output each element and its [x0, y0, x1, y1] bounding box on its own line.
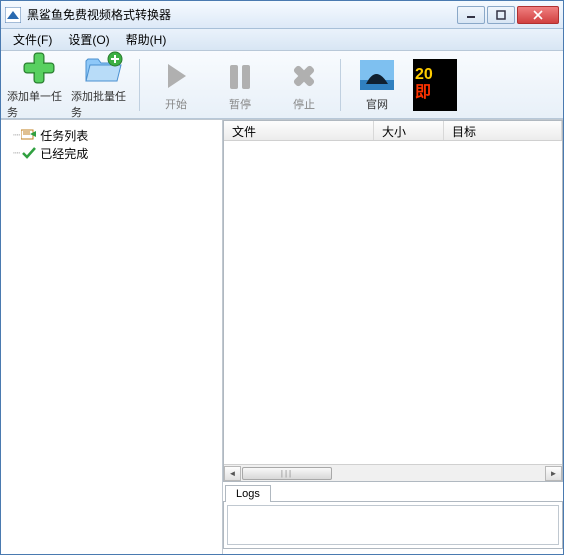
tree-task-list[interactable]: ┈ 任务列表: [5, 126, 218, 144]
pause-label: 暂停: [229, 96, 251, 112]
tree-branch-icon: ┈: [13, 146, 19, 160]
add-single-task-button[interactable]: 添加单一任务: [7, 53, 71, 117]
close-button[interactable]: [517, 6, 559, 24]
logs-pane: Logs: [223, 484, 563, 554]
website-label: 官网: [366, 96, 388, 112]
stop-button[interactable]: 停止: [272, 53, 336, 117]
column-size[interactable]: 大小: [374, 121, 444, 140]
toolbar-separator: [340, 59, 341, 111]
pause-button[interactable]: 暂停: [208, 53, 272, 117]
shark-icon: [357, 57, 397, 95]
menu-bar: 文件(F) 设置(O) 帮助(H): [1, 29, 563, 51]
minimize-button[interactable]: [457, 6, 485, 24]
website-button[interactable]: 官网: [345, 53, 409, 117]
file-list-body[interactable]: [224, 141, 562, 464]
app-icon: [5, 7, 21, 23]
column-target[interactable]: 目标: [444, 121, 562, 140]
scroll-left-arrow[interactable]: ◄: [224, 466, 241, 481]
toolbar: 添加单一任务 添加批量任务 开始 暂停 停止: [1, 51, 563, 119]
start-button[interactable]: 开始: [144, 53, 208, 117]
logs-tab[interactable]: Logs: [225, 485, 271, 502]
file-list-header: 文件 大小 目标: [224, 121, 562, 141]
sidebar: ┈ 任务列表 ┈ 已经完成: [1, 119, 223, 554]
tree-completed[interactable]: ┈ 已经完成: [5, 144, 218, 162]
menu-settings[interactable]: 设置(O): [60, 29, 117, 50]
maximize-button[interactable]: [487, 6, 515, 24]
scroll-thumb[interactable]: |||: [242, 467, 332, 480]
stop-label: 停止: [293, 96, 315, 112]
tree-task-list-label: 任务列表: [40, 127, 88, 144]
column-file[interactable]: 文件: [224, 121, 374, 140]
menu-help[interactable]: 帮助(H): [118, 29, 175, 50]
folder-add-icon: [83, 49, 123, 87]
banner-line2: 即: [413, 83, 431, 102]
pause-icon: [220, 57, 260, 95]
logs-body: [223, 501, 563, 549]
task-list-icon: [21, 128, 37, 142]
horizontal-scrollbar[interactable]: ◄ ||| ►: [224, 464, 562, 481]
scroll-track[interactable]: |||: [241, 466, 545, 481]
tree-completed-label: 已经完成: [40, 145, 88, 162]
logs-textarea[interactable]: [227, 505, 559, 545]
add-single-label: 添加单一任务: [7, 88, 71, 120]
file-list-pane: 文件 大小 目标 ◄ ||| ►: [223, 120, 563, 482]
menu-file[interactable]: 文件(F): [5, 29, 60, 50]
tree-branch-icon: ┈: [13, 128, 19, 142]
add-icon: [19, 49, 59, 87]
promo-banner[interactable]: 20 即: [413, 59, 457, 111]
check-icon: [21, 146, 37, 160]
add-batch-label: 添加批量任务: [71, 88, 135, 120]
toolbar-separator: [139, 59, 140, 111]
add-batch-task-button[interactable]: 添加批量任务: [71, 53, 135, 117]
scroll-right-arrow[interactable]: ►: [545, 466, 562, 481]
start-label: 开始: [165, 96, 187, 112]
stop-x-icon: [284, 57, 324, 95]
play-icon: [156, 57, 196, 95]
banner-line1: 20: [413, 67, 433, 83]
window-title: 黑鲨鱼免费视频格式转换器: [27, 6, 457, 23]
